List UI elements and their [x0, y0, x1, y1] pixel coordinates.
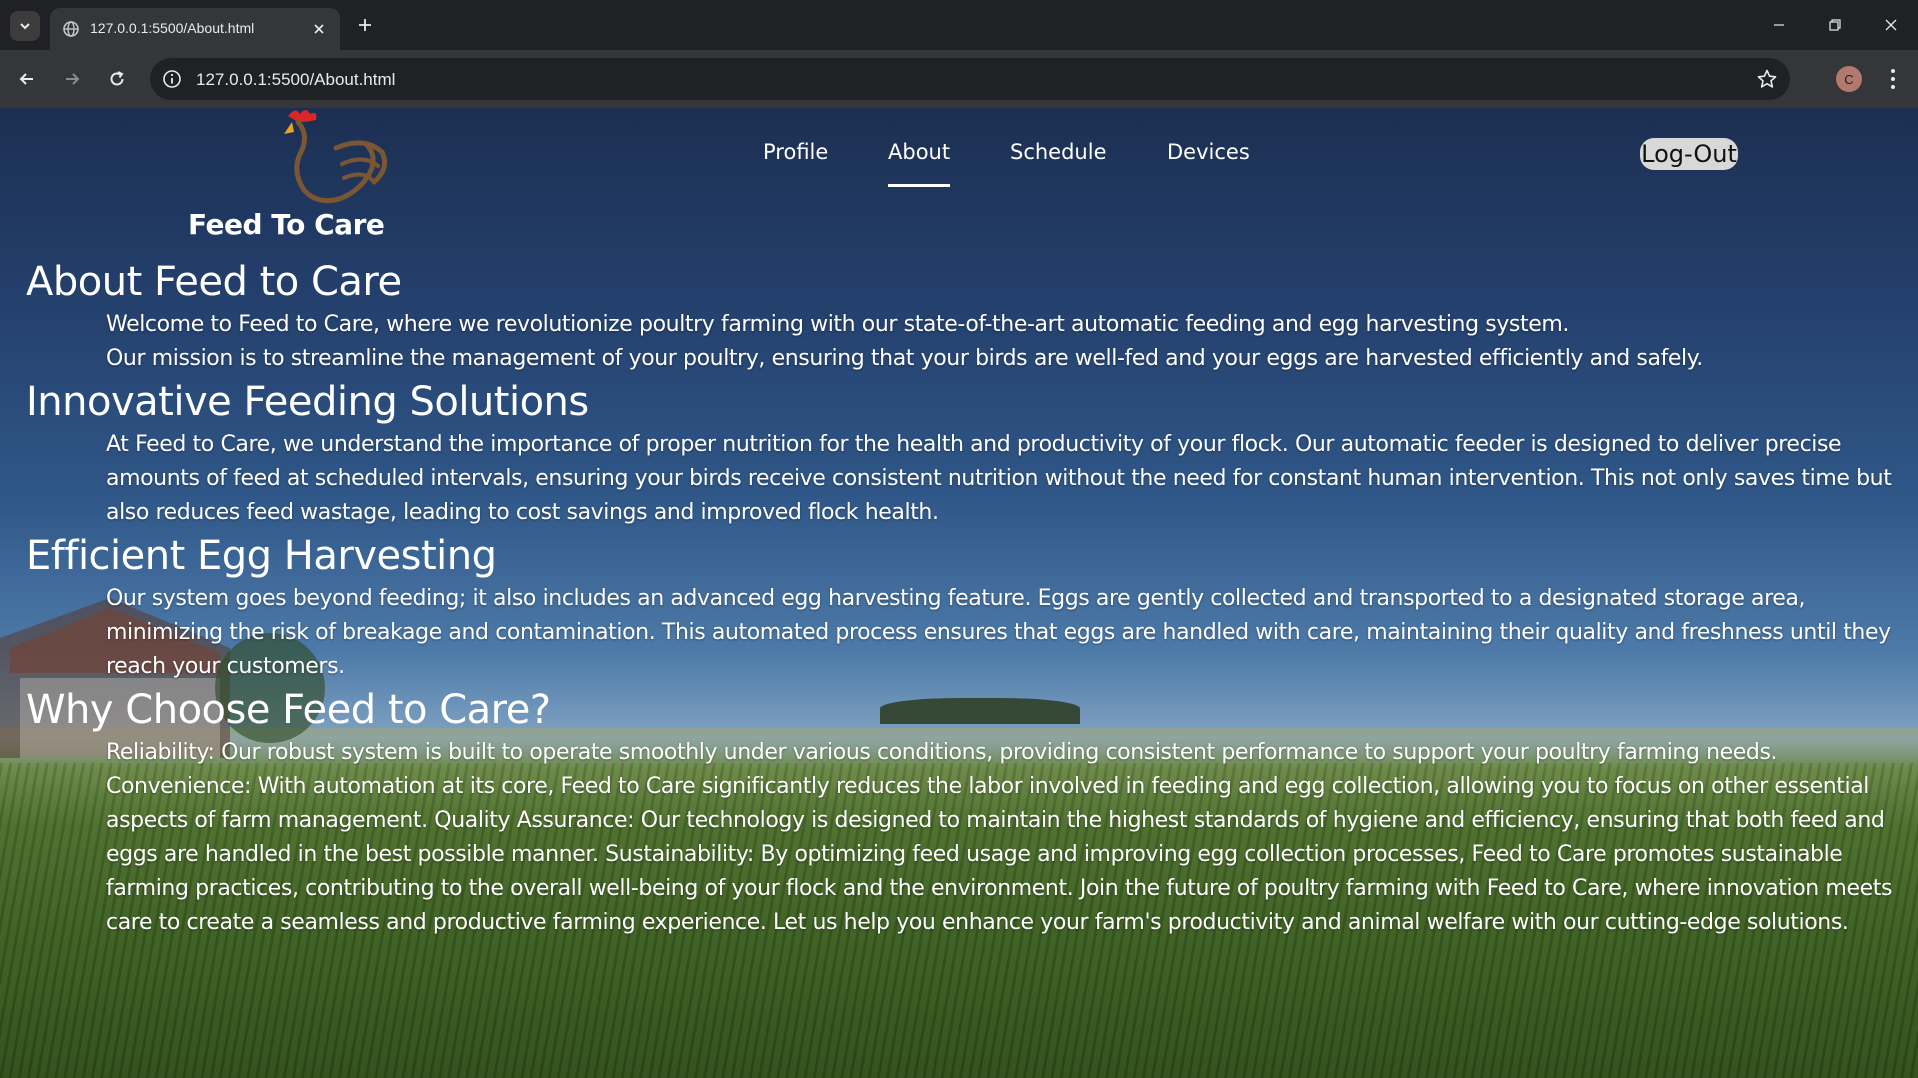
kebab-menu-icon[interactable] [1880, 64, 1906, 94]
nav-link-devices[interactable]: Devices [1167, 140, 1250, 164]
section-why-choose: Why Choose Feed to Care? Reliability: Ou… [0, 684, 1918, 940]
info-icon[interactable] [162, 69, 182, 89]
section-paragraph: Reliability: Our robust system is built … [106, 740, 1893, 935]
url-text[interactable]: 127.0.0.1:5500/About.html [196, 70, 395, 90]
restore-button[interactable] [1818, 10, 1852, 40]
main-navigation: Profile About Schedule Devices Log-Out [0, 108, 1918, 188]
brand-name[interactable]: Feed To Care [188, 208, 385, 241]
tab-close-button[interactable] [308, 18, 330, 40]
browser-tab-active[interactable]: 127.0.0.1:5500/About.html [50, 8, 340, 50]
reload-button[interactable] [102, 64, 132, 94]
restore-icon [1829, 19, 1841, 31]
section-heading: About Feed to Care [26, 259, 402, 305]
nav-link-about[interactable]: About [888, 140, 950, 164]
active-nav-indicator [888, 184, 950, 187]
profile-avatar[interactable]: C [1836, 66, 1862, 92]
section-paragraph: At Feed to Care, we understand the impor… [106, 432, 1892, 525]
section-feeding: Innovative Feeding Solutions At Feed to … [0, 376, 1918, 530]
back-button[interactable] [12, 64, 42, 94]
section-egg-harvesting: Efficient Egg Harvesting Our system goes… [0, 530, 1918, 684]
section-paragraph: Our mission is to streamline the managem… [106, 346, 1703, 371]
browser-tabstrip: 127.0.0.1:5500/About.html [0, 0, 1918, 50]
tab-title: 127.0.0.1:5500/About.html [90, 20, 255, 36]
address-bar[interactable]: 127.0.0.1:5500/About.html [150, 58, 1790, 100]
arrow-left-icon [19, 73, 33, 85]
star-icon[interactable] [1756, 68, 1778, 90]
logout-button[interactable]: Log-Out [1640, 138, 1738, 170]
nav-link-profile[interactable]: Profile [763, 140, 828, 164]
section-paragraph: Our system goes beyond feeding; it also … [106, 586, 1891, 679]
page-viewport: Feed To Care Profile About Schedule Devi… [0, 108, 1918, 1078]
new-tab-button[interactable] [352, 12, 378, 38]
minimize-icon [1774, 24, 1784, 26]
close-window-button[interactable] [1874, 10, 1908, 40]
close-icon [1885, 19, 1897, 31]
section-heading: Efficient Egg Harvesting [26, 533, 497, 579]
about-content: About Feed to Care Welcome to Feed to Ca… [0, 256, 1918, 940]
reload-icon [110, 71, 124, 86]
nav-link-schedule[interactable]: Schedule [1010, 140, 1107, 164]
arrow-right-icon [66, 73, 80, 85]
chevron-down-icon [20, 23, 30, 30]
forward-button[interactable] [57, 64, 87, 94]
minimize-button[interactable] [1762, 10, 1796, 40]
browser-toolbar: 127.0.0.1:5500/About.html C [0, 50, 1918, 108]
globe-icon [63, 21, 79, 37]
tab-list-button[interactable] [10, 11, 40, 41]
section-heading: Innovative Feeding Solutions [26, 379, 589, 425]
section-about: About Feed to Care Welcome to Feed to Ca… [0, 256, 1918, 376]
section-paragraph: Welcome to Feed to Care, where we revolu… [106, 312, 1569, 337]
close-icon [314, 24, 324, 34]
plus-icon [359, 19, 371, 31]
section-heading: Why Choose Feed to Care? [26, 687, 551, 733]
